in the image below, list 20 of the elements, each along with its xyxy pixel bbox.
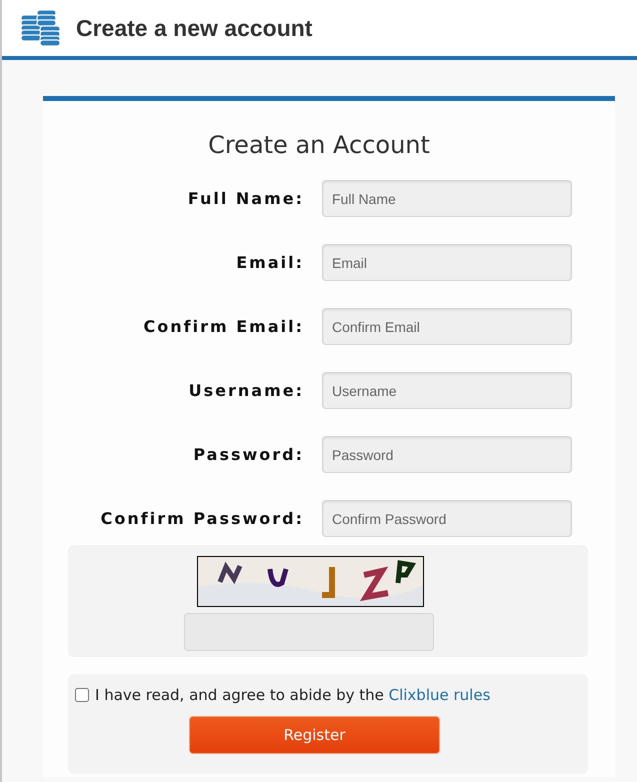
- coins-icon: [20, 9, 62, 47]
- register-button[interactable]: Register: [189, 716, 440, 754]
- input-field[interactable]: Email: [322, 244, 572, 281]
- input-field[interactable]: Confirm Password: [322, 500, 572, 537]
- rules-link[interactable]: Clixblue rules: [388, 686, 490, 704]
- input-field[interactable]: Confirm Email: [322, 308, 572, 345]
- captcha-field[interactable]: [184, 613, 434, 651]
- terms-text: I have read, and agree to abide by the Clixblue rules: [95, 686, 490, 704]
- field-label: Email:: [235, 253, 304, 272]
- input-field[interactable]: Password: [322, 436, 572, 473]
- form-title: Create an Account: [207, 131, 431, 159]
- field-label: Full Name:: [186, 189, 304, 208]
- field-label: Password:: [192, 445, 304, 464]
- input-field[interactable]: Username: [322, 372, 572, 409]
- field-label: Confirm Password:: [100, 509, 304, 528]
- input-field[interactable]: Full Name: [322, 180, 572, 217]
- field-label: Confirm Email:: [142, 317, 304, 336]
- field-label: Username:: [188, 381, 304, 400]
- agree-checkbox[interactable]: [75, 688, 89, 702]
- page-title: Create a new account: [76, 14, 312, 42]
